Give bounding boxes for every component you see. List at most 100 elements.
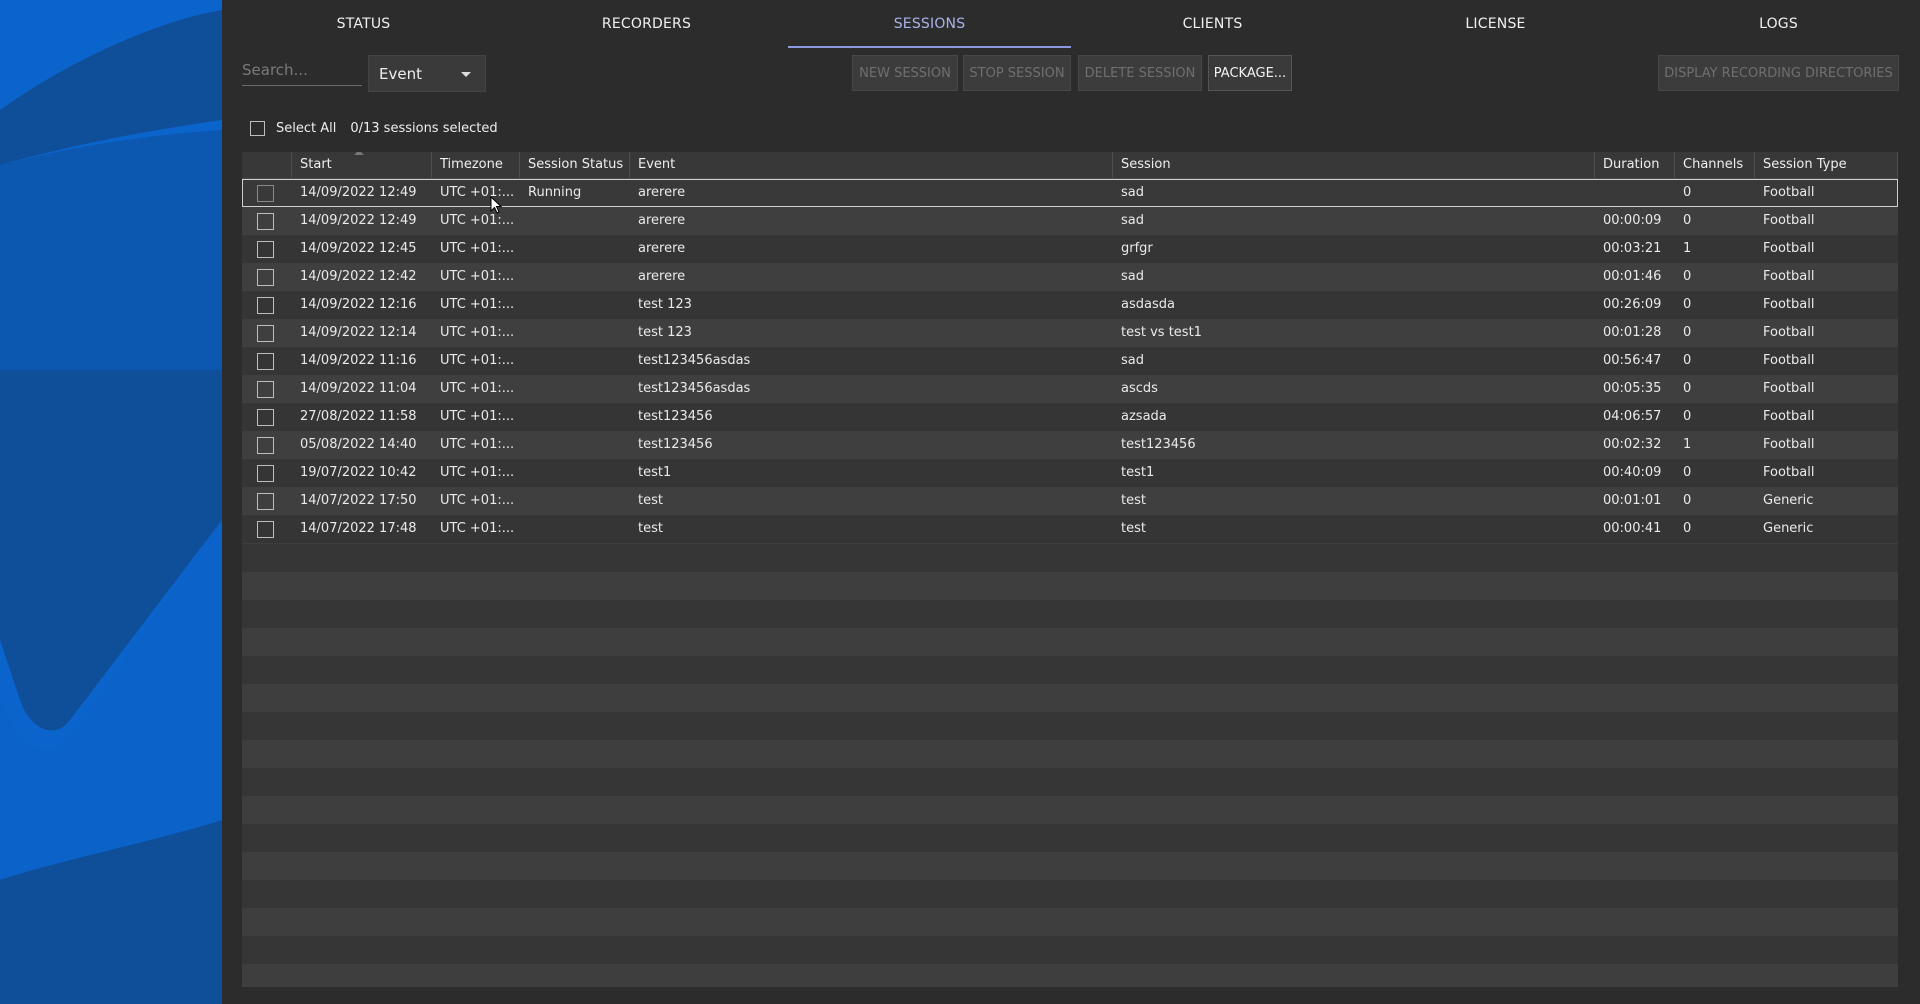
- new-session-button[interactable]: NEW SESSION: [852, 55, 958, 91]
- cell-start: 27/08/2022 11:58: [300, 409, 417, 424]
- row-checkbox[interactable]: [257, 268, 274, 286]
- stop-session-button[interactable]: STOP SESSION: [963, 55, 1071, 91]
- cell-session-status: [520, 207, 630, 235]
- row-select-cell: [242, 263, 292, 291]
- table-row[interactable]: 05/08/2022 14:40 UTC +01:... test123456 tes…: [242, 431, 1898, 459]
- search-input[interactable]: [242, 55, 362, 86]
- cell-session: ascds: [1121, 381, 1158, 396]
- brand-graphic: [0, 0, 222, 1004]
- cell-session-status: [520, 403, 630, 431]
- cell-timezone: UTC +01:...: [440, 353, 515, 368]
- column-header-duration[interactable]: Duration: [1595, 152, 1675, 178]
- row-checkbox[interactable]: [257, 240, 274, 258]
- cell-duration: 00:00:09: [1603, 213, 1662, 228]
- tab-logs[interactable]: LOGS: [1637, 0, 1920, 48]
- table-row[interactable]: 14/09/2022 11:16 UTC +01:... test123456asd…: [242, 347, 1898, 375]
- tab-license[interactable]: LICENSE: [1354, 0, 1637, 48]
- cell-event: test: [638, 493, 663, 508]
- cell-event: arerere: [638, 185, 686, 200]
- table-row[interactable]: 14/09/2022 12:14 UTC +01:... test 123 test …: [242, 319, 1898, 347]
- mouse-cursor-icon: [490, 196, 502, 214]
- cell-duration: 00:00:41: [1603, 521, 1662, 536]
- row-select-cell: [242, 487, 292, 515]
- table-body: 14/09/2022 12:49 UTC +01:... Running arerer…: [242, 179, 1898, 543]
- tab-sessions[interactable]: SESSIONS: [788, 0, 1071, 48]
- cell-channels: 0: [1683, 521, 1692, 536]
- cell-session: test: [1121, 521, 1146, 536]
- cell-session-status: [520, 263, 630, 291]
- table-row[interactable]: 27/08/2022 11:58 UTC +01:... test123456 azs…: [242, 403, 1898, 431]
- row-checkbox[interactable]: [257, 212, 274, 230]
- cell-duration: 00:26:09: [1603, 297, 1662, 312]
- cell-event: test123456asdas: [638, 353, 751, 368]
- table-row[interactable]: 14/09/2022 11:04 UTC +01:... test123456asd…: [242, 375, 1898, 403]
- cell-channels: 0: [1683, 269, 1692, 284]
- cell-session-type: Generic: [1763, 493, 1814, 508]
- filter-field-select[interactable]: Event: [368, 55, 486, 92]
- select-all-checkbox[interactable]: [250, 120, 265, 136]
- cell-session: asdasda: [1121, 297, 1175, 312]
- cell-session: grfgr: [1121, 241, 1153, 256]
- cell-event: test 123: [638, 325, 692, 340]
- table-row[interactable]: 14/07/2022 17:50 UTC +01:... test test 00:01…: [242, 487, 1898, 515]
- row-select-cell: [242, 291, 292, 319]
- cell-start: 14/07/2022 17:50: [300, 493, 417, 508]
- column-header-event[interactable]: Event: [630, 152, 1113, 178]
- row-checkbox[interactable]: [257, 324, 274, 342]
- row-select-cell: [242, 347, 292, 375]
- row-checkbox[interactable]: [257, 436, 274, 454]
- delete-session-button[interactable]: DELETE SESSION: [1078, 55, 1202, 91]
- cell-duration: 00:01:46: [1603, 269, 1662, 284]
- cell-channels: 0: [1683, 465, 1692, 480]
- cell-start: 05/08/2022 14:40: [300, 437, 417, 452]
- selection-bar: Select All 0/13 sessions selected: [250, 118, 498, 138]
- cell-duration: 00:56:47: [1603, 353, 1662, 368]
- cell-session: test123456: [1121, 437, 1196, 452]
- column-header-timezone[interactable]: Timezone: [432, 152, 520, 178]
- select-all-label[interactable]: Select All: [276, 121, 336, 136]
- row-select-cell: [242, 179, 292, 207]
- column-header-start[interactable]: Start: [292, 152, 432, 178]
- table-row[interactable]: 14/07/2022 17:48 UTC +01:... test test 00:00…: [242, 515, 1898, 543]
- display-recording-directories-button[interactable]: DISPLAY RECORDING DIRECTORIES: [1658, 55, 1899, 91]
- row-checkbox[interactable]: [257, 352, 274, 370]
- cell-start: 14/09/2022 12:49: [300, 185, 417, 200]
- cell-session: test vs test1: [1121, 325, 1202, 340]
- cell-start: 14/09/2022 12:42: [300, 269, 417, 284]
- cell-session-type: Football: [1763, 185, 1815, 200]
- row-checkbox[interactable]: [257, 464, 274, 482]
- tab-status[interactable]: STATUS: [222, 0, 505, 48]
- cell-timezone: UTC +01:...: [440, 465, 515, 480]
- package-button[interactable]: PACKAGE...: [1208, 55, 1292, 91]
- row-checkbox[interactable]: [257, 296, 274, 314]
- column-header-session-status[interactable]: Session Status: [520, 152, 630, 178]
- tab-recorders[interactable]: RECORDERS: [505, 0, 788, 48]
- cell-session: test: [1121, 493, 1146, 508]
- table-row[interactable]: 19/07/2022 10:42 UTC +01:... test1 test1 00:…: [242, 459, 1898, 487]
- table-row[interactable]: 14/09/2022 12:16 UTC +01:... test 123 asdas…: [242, 291, 1898, 319]
- cell-session-status: [520, 375, 630, 403]
- cell-session: sad: [1121, 213, 1144, 228]
- cell-session-type: Football: [1763, 409, 1815, 424]
- row-checkbox[interactable]: [257, 380, 274, 398]
- column-header-session[interactable]: Session: [1113, 152, 1595, 178]
- tab-clients[interactable]: CLIENTS: [1071, 0, 1354, 48]
- row-checkbox[interactable]: [257, 184, 274, 202]
- table-row[interactable]: 14/09/2022 12:45 UTC +01:... arerere grfgr 0…: [242, 235, 1898, 263]
- cell-timezone: UTC +01:...: [440, 437, 515, 452]
- cell-start: 14/09/2022 12:49: [300, 213, 417, 228]
- filter-field-value: Event: [379, 64, 422, 83]
- cell-session-type: Football: [1763, 325, 1815, 340]
- cell-session-type: Football: [1763, 381, 1815, 396]
- row-checkbox[interactable]: [257, 520, 274, 538]
- cell-channels: 0: [1683, 353, 1692, 368]
- sessions-table: Start Timezone Session Status Event Sess…: [242, 152, 1898, 987]
- cell-session-type: Football: [1763, 353, 1815, 368]
- column-header-session-type[interactable]: Session Type: [1755, 152, 1898, 178]
- column-header-channels[interactable]: Channels: [1675, 152, 1755, 178]
- table-row[interactable]: 14/09/2022 12:42 UTC +01:... arerere sad 00:…: [242, 263, 1898, 291]
- row-checkbox[interactable]: [257, 492, 274, 510]
- chevron-down-icon: [461, 72, 471, 77]
- row-checkbox[interactable]: [257, 408, 274, 426]
- cell-session-status: [520, 459, 630, 487]
